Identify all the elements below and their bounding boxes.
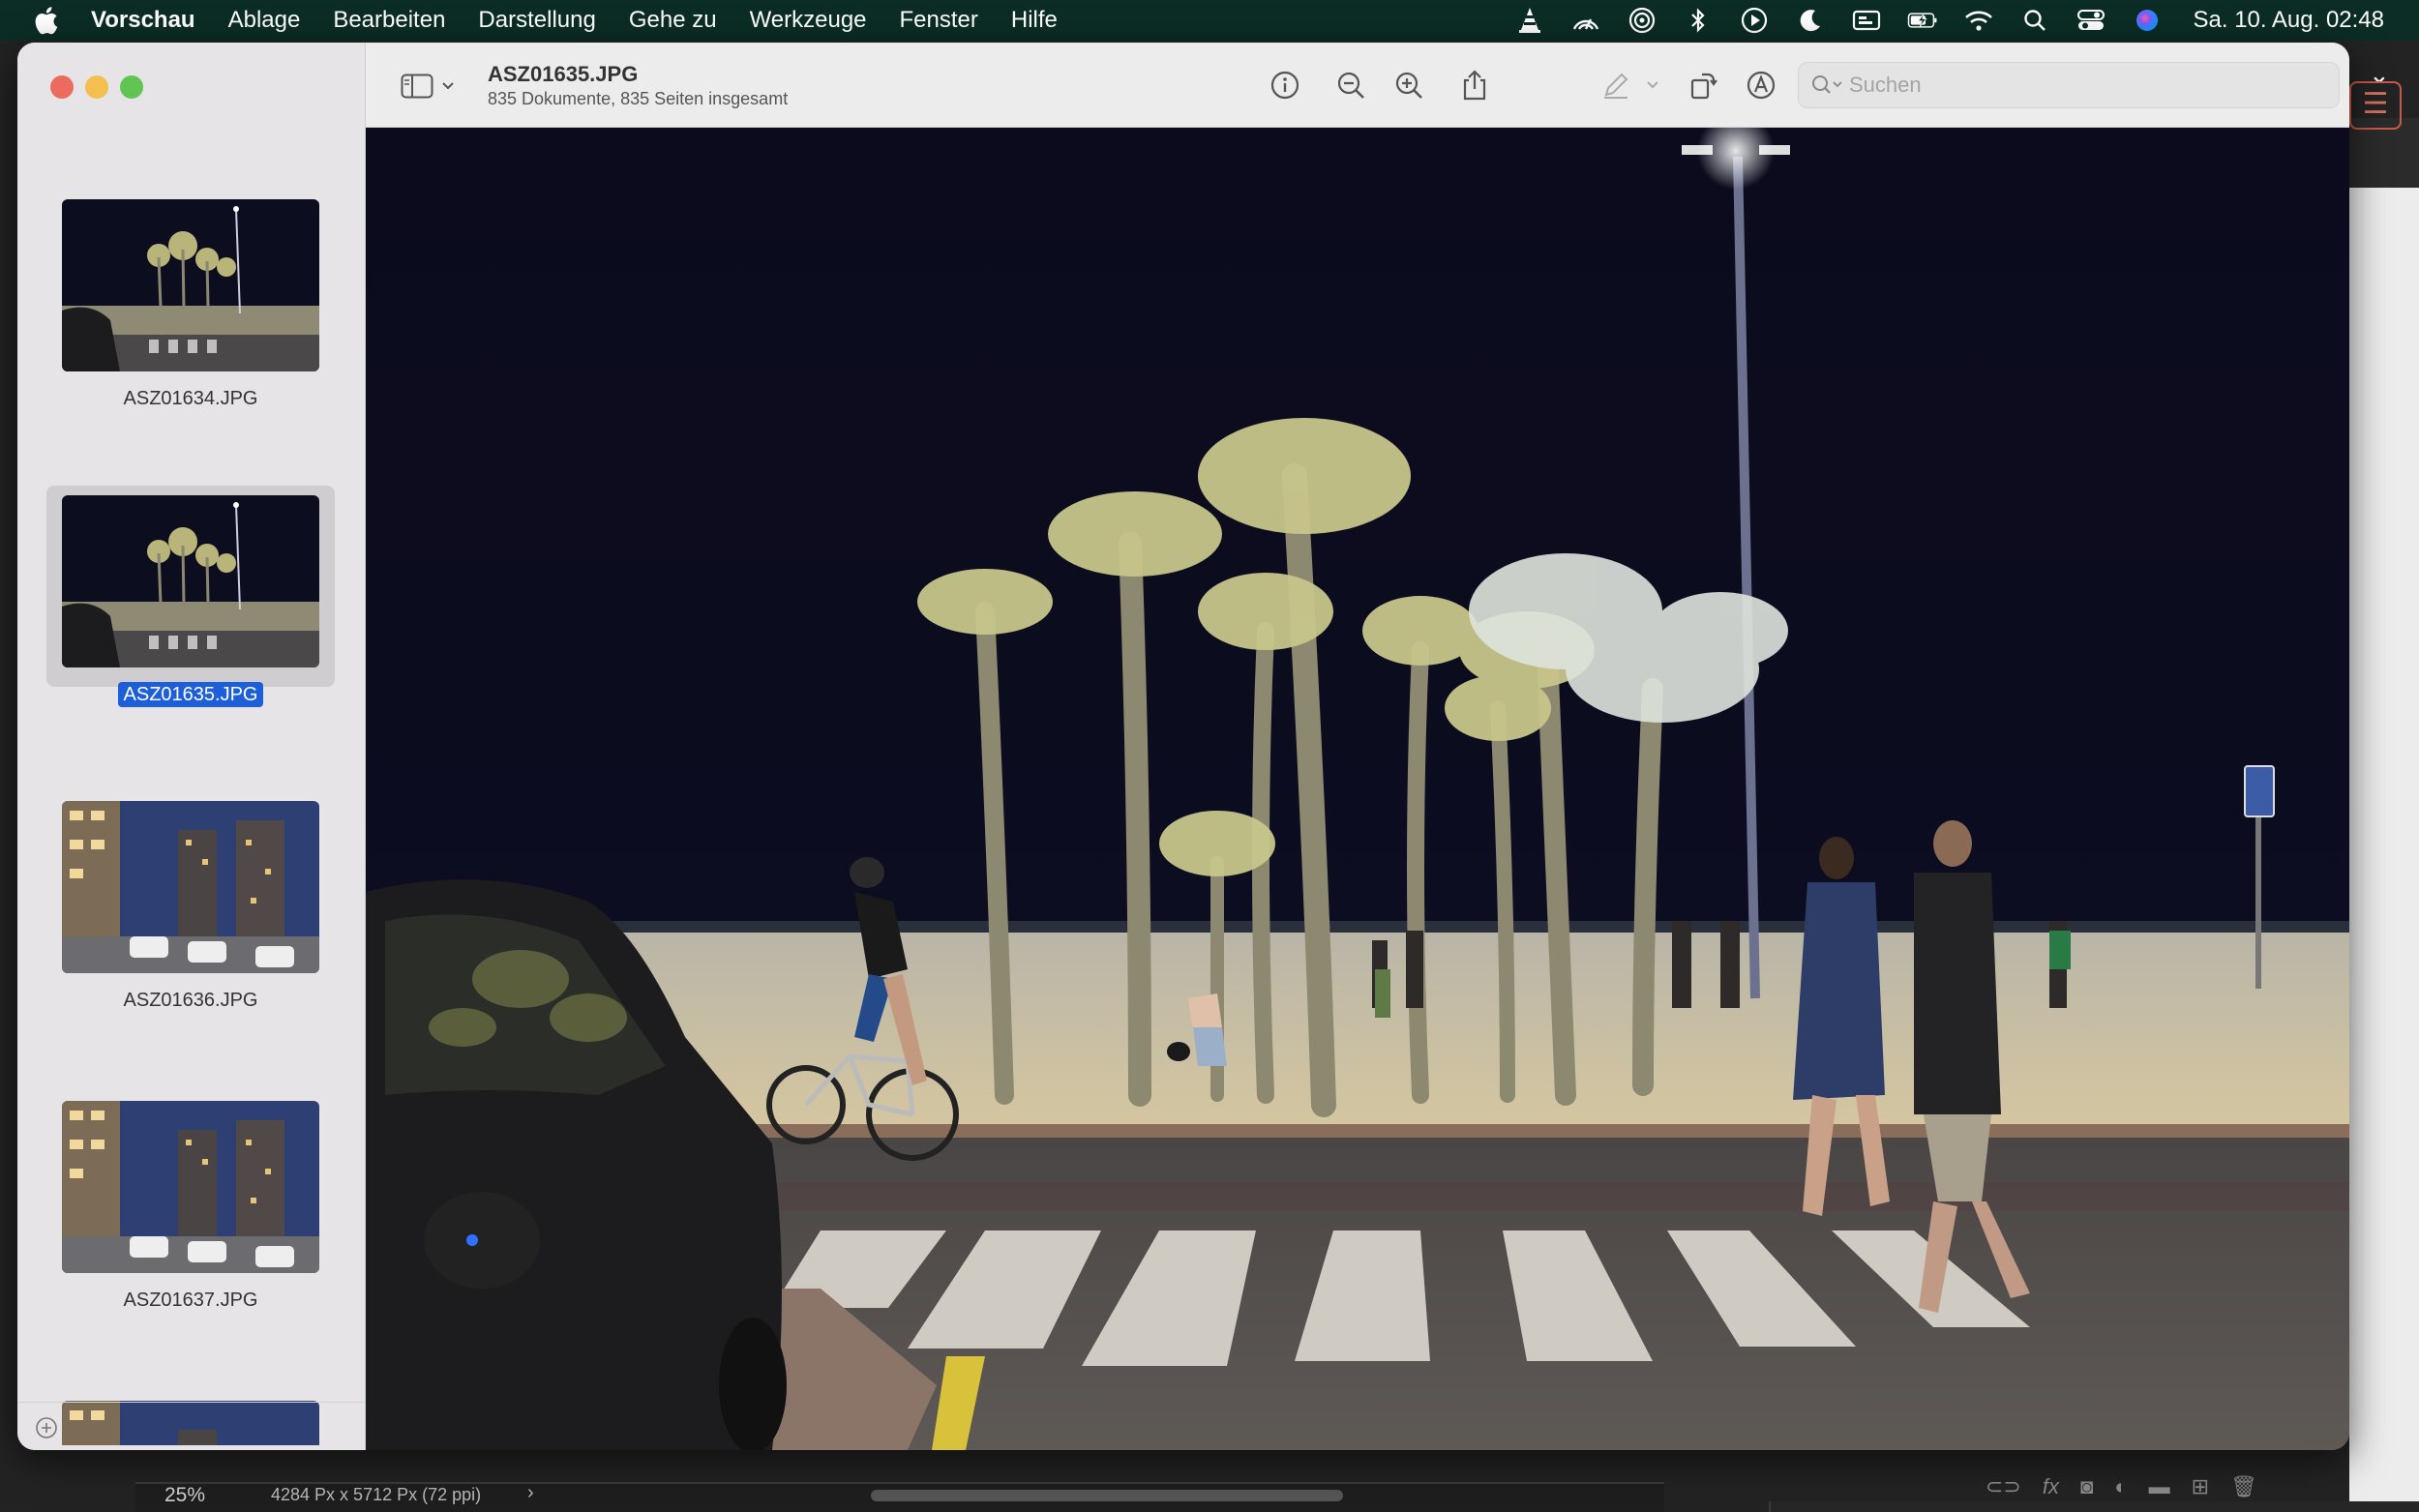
thumbnail-label: ASZ01634.JPG [123,388,258,409]
chevron-right-icon[interactable]: › [527,1482,534,1504]
zoom-level[interactable]: 25% [164,1484,205,1507]
window-toolbar: ASZ01635.JPG 835 Dokumente, 835 Seiten i… [366,43,2349,128]
menu-clock[interactable]: Sa. 10. Aug. 02:48 [2194,7,2385,34]
search-field[interactable] [1798,62,2340,108]
thumbnail-label: ASZ01635.JPG [46,682,335,707]
menu-item-gehe-zu[interactable]: Gehe zu [629,7,717,34]
sidebar-toggle-button[interactable] [401,72,459,101]
siri-icon[interactable] [2132,5,2163,36]
fx-icon[interactable]: fx [2043,1474,2059,1499]
document-subtitle: 835 Dokumente, 835 Seiten insgesamt [488,89,789,108]
thumbnail-image[interactable] [62,1401,319,1445]
image-canvas[interactable] [366,128,2349,1450]
status-area: Sa. 10. Aug. 02:48 [1514,0,2385,41]
menu-item-bearbeiten[interactable]: Bearbeiten [333,7,445,34]
thumbnail-image[interactable] [62,801,319,973]
add-icon[interactable] [35,1416,58,1439]
chevron-down-icon [442,82,454,90]
link-icon[interactable]: ⊂⊃ [1986,1474,2021,1499]
airdrop-icon[interactable] [1627,5,1657,36]
mask-icon[interactable]: ◙ [2080,1474,2093,1499]
control-center-icon[interactable] [2076,5,2106,36]
preview-window: ASZ01634.JPG ASZ01635.JPG ASZ01636.JPG A… [17,43,2349,1450]
apple-logo-icon[interactable] [33,6,58,35]
menu-bar: Vorschau Ablage Bearbeiten Darstellung G… [0,0,2419,41]
folder-icon[interactable]: ▬ [2149,1474,2170,1499]
sidebar-footer-divider [17,1402,366,1403]
adjustment-icon[interactable]: ◐ [2114,1474,2127,1499]
search-icon [1810,71,1849,100]
menu-item-hilfe[interactable]: Hilfe [1011,7,1058,34]
zoom-in-icon[interactable] [1389,66,1428,104]
background-layers-bar [1769,1501,2419,1512]
hamburger-menu-icon[interactable]: ☰ [2349,81,2402,130]
thumbnail-image[interactable] [62,1101,319,1273]
vlc-icon[interactable] [1514,5,1545,36]
display-icon[interactable] [1851,5,1882,36]
horizontal-scrollbar[interactable] [871,1490,1343,1501]
thumbnail-sidebar: ASZ01634.JPG ASZ01635.JPG ASZ01636.JPG A… [17,43,366,1450]
thumbnail-label: ASZ01636.JPG [123,990,258,1011]
trash-icon[interactable]: 🗑 [2230,1474,2257,1499]
info-icon[interactable] [1266,66,1304,104]
wifi-icon[interactable] [1963,5,1994,36]
layer-actions: ⊂⊃ fx ◙ ◐ ▬ ⊞ 🗑 [1986,1474,2257,1499]
thumbnail-label: ASZ01637.JPG [123,1290,258,1311]
markup-toolbar-icon[interactable] [1742,66,1780,104]
background-right-panel [2349,118,2419,1512]
document-title: ASZ01635.JPG [488,62,639,86]
search-input[interactable] [1849,73,2314,98]
zoom-out-icon[interactable] [1331,66,1370,104]
play-icon[interactable] [1739,5,1770,36]
sidebar-icon [401,74,433,99]
network-icon[interactable] [1570,5,1601,36]
search-icon[interactable] [2019,5,2050,36]
markup-pen-icon[interactable] [1597,66,1635,104]
menu-item-werkzeuge[interactable]: Werkzeuge [750,7,867,34]
menu-item-ablage[interactable]: Ablage [228,7,301,34]
document-dimensions: 4284 Px x 5712 Px (72 ppi) [271,1485,482,1504]
thumbnail-list: ASZ01634.JPG ASZ01635.JPG ASZ01636.JPG A… [17,128,366,1445]
menu-item-darstellung[interactable]: Darstellung [478,7,595,34]
chevron-down-icon[interactable] [1643,66,1662,104]
share-icon[interactable] [1455,66,1494,104]
minimize-window-button[interactable] [85,75,108,99]
thumbnail-image[interactable] [62,199,319,371]
moon-icon[interactable] [1795,5,1826,36]
close-window-button[interactable] [50,75,74,99]
photo-night-beach-promenade [366,128,2349,1450]
zoom-window-button[interactable] [120,75,143,99]
thumbnail-image[interactable] [62,495,319,667]
new-layer-icon[interactable]: ⊞ [2192,1474,2209,1499]
rotate-icon[interactable] [1684,66,1722,104]
battery-charging-icon[interactable] [1907,5,1938,36]
menu-item-fenster[interactable]: Fenster [900,7,978,34]
bluetooth-icon[interactable] [1683,5,1714,36]
menu-app-name[interactable]: Vorschau [91,7,195,34]
